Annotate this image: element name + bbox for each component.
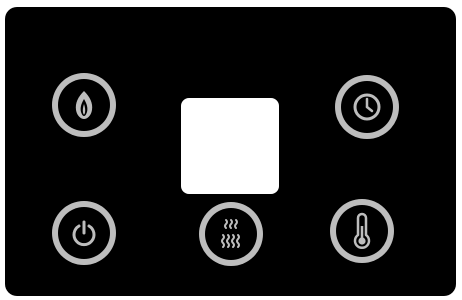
flame-icon [66,87,102,123]
clock-icon [351,91,383,123]
power-button[interactable] [52,201,116,265]
flame-button[interactable] [52,73,116,137]
control-panel [5,7,456,296]
power-icon [69,218,99,248]
display-screen [181,98,279,194]
heat-waves-icon [216,217,246,251]
clock-button[interactable] [335,75,399,139]
heat-button[interactable] [199,202,263,266]
thermometer-icon [350,212,374,250]
temperature-button[interactable] [330,199,394,263]
